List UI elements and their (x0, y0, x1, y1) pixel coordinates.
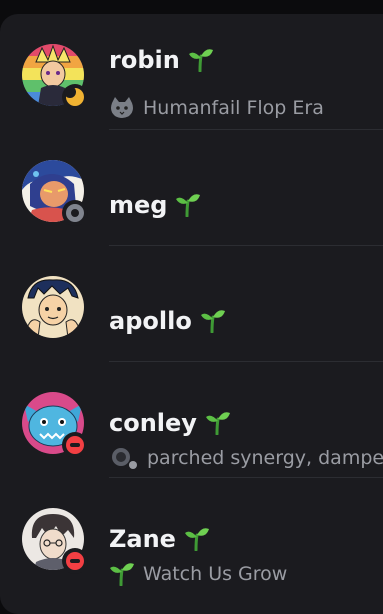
member-row-meg[interactable]: meg (0, 130, 383, 246)
member-list-panel: robin Humanfail Flop Era meg apollo conl… (0, 14, 383, 614)
seedling-icon (184, 528, 209, 551)
custom-emoji-icon (112, 448, 137, 469)
member-name: meg (109, 191, 201, 219)
member-row-conley[interactable]: conley parched synergy, dampe (0, 362, 383, 478)
avatar (22, 276, 84, 338)
status-dnd-icon (62, 548, 88, 574)
seedling-icon (176, 194, 201, 217)
member-row-apollo[interactable]: apollo (0, 246, 383, 362)
seedling-icon (205, 412, 230, 435)
member-row-zane[interactable]: Zane Watch Us Grow (0, 478, 383, 594)
member-name: robin (109, 46, 214, 74)
member-activity: Humanfail Flop Era (109, 97, 324, 119)
avatar-apollo-image (22, 276, 84, 338)
member-row-robin[interactable]: robin Humanfail Flop Era (0, 14, 383, 130)
member-activity: parched synergy, dampe (109, 446, 383, 470)
cat-emoji-icon (111, 97, 133, 118)
status-dnd-icon (62, 432, 88, 458)
status-offline-icon (62, 200, 88, 226)
seedling-icon (200, 310, 225, 333)
status-idle-icon (62, 84, 88, 110)
member-name: Zane (109, 525, 210, 553)
seedling-icon (188, 49, 213, 72)
seedling-icon (110, 563, 134, 586)
member-activity: Watch Us Grow (109, 562, 287, 586)
member-name: apollo (109, 307, 226, 335)
member-name: conley (109, 409, 231, 437)
